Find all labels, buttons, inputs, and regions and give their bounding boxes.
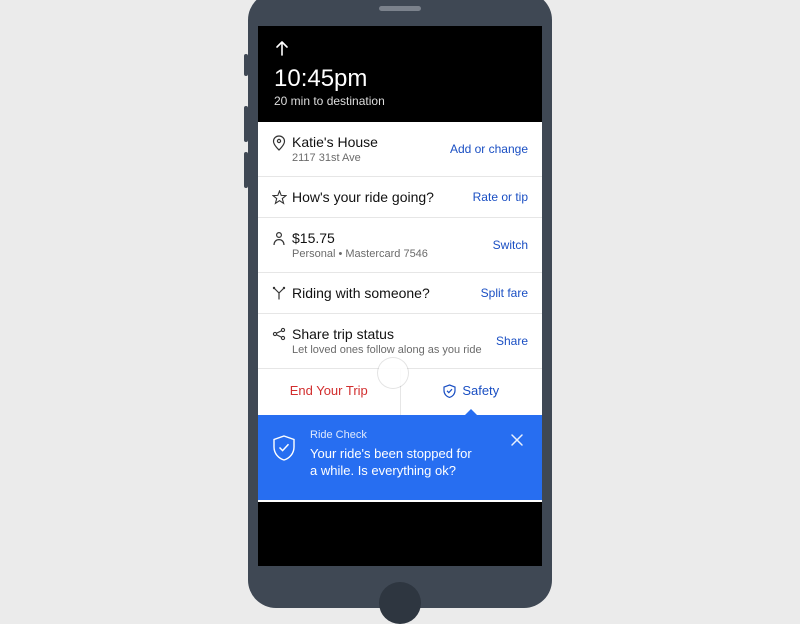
split-icon xyxy=(272,285,292,300)
phone-frame: 10:45pm 20 min to destination Katie's Ho… xyxy=(248,0,552,608)
share-icon xyxy=(272,326,292,341)
ride-check-title: Ride Check xyxy=(310,429,498,441)
payment-method: Personal • Mastercard 7546 xyxy=(292,248,485,260)
phone-side-button xyxy=(244,54,248,76)
phone-side-button xyxy=(244,152,248,188)
change-destination-link[interactable]: Add or change xyxy=(442,142,528,156)
split-fare-row[interactable]: Riding with someone? Split fare xyxy=(258,273,542,314)
shield-check-icon xyxy=(272,429,298,461)
rate-or-tip-link[interactable]: Rate or tip xyxy=(465,190,528,204)
ride-check-banner[interactable]: Ride Check Your ride's been stopped for … xyxy=(258,415,542,500)
back-up-icon[interactable] xyxy=(274,40,526,56)
eta-time: 10:45pm xyxy=(274,66,526,92)
trip-card: Katie's House 2117 31st Ave Add or chang… xyxy=(258,122,542,368)
rating-row[interactable]: How's your ride going? Rate or tip xyxy=(258,177,542,218)
person-icon xyxy=(272,230,292,246)
split-fare-link[interactable]: Split fare xyxy=(473,286,528,300)
trip-header: 10:45pm 20 min to destination xyxy=(258,26,542,122)
split-fare-title: Riding with someone? xyxy=(292,285,473,301)
share-status-title: Share trip status xyxy=(292,326,488,342)
destination-row[interactable]: Katie's House 2117 31st Ave Add or chang… xyxy=(258,122,542,177)
star-icon xyxy=(272,189,292,205)
ride-check-message: Your ride's been stopped for a while. Is… xyxy=(310,445,480,480)
phone-home-button xyxy=(379,582,421,624)
destination-address: 2117 31st Ave xyxy=(292,152,442,164)
fare-amount: $15.75 xyxy=(292,230,485,246)
safety-label: Safety xyxy=(462,383,499,398)
close-banner-button[interactable] xyxy=(510,429,528,447)
phone-speaker xyxy=(379,6,421,11)
bottom-button-row: End Your Trip Safety xyxy=(258,368,542,415)
map-peek xyxy=(258,500,542,518)
rating-title: How's your ride going? xyxy=(292,189,465,205)
share-status-row[interactable]: Share trip status Let loved ones follow … xyxy=(258,314,542,368)
safety-button[interactable]: Safety xyxy=(400,368,543,415)
app-screen: 10:45pm 20 min to destination Katie's Ho… xyxy=(258,26,542,566)
switch-payment-link[interactable]: Switch xyxy=(485,238,528,252)
share-status-subtitle: Let loved ones follow along as you ride xyxy=(292,344,488,356)
end-trip-button[interactable]: End Your Trip xyxy=(258,368,400,415)
eta-subtitle: 20 min to destination xyxy=(274,94,526,108)
phone-side-button xyxy=(244,106,248,142)
destination-name: Katie's House xyxy=(292,134,442,150)
end-trip-label: End Your Trip xyxy=(290,383,368,398)
payment-row[interactable]: $15.75 Personal • Mastercard 7546 Switch xyxy=(258,218,542,273)
caret-up-icon xyxy=(464,409,478,416)
pin-icon xyxy=(272,134,292,151)
shield-icon xyxy=(443,384,456,398)
share-link[interactable]: Share xyxy=(488,334,528,348)
